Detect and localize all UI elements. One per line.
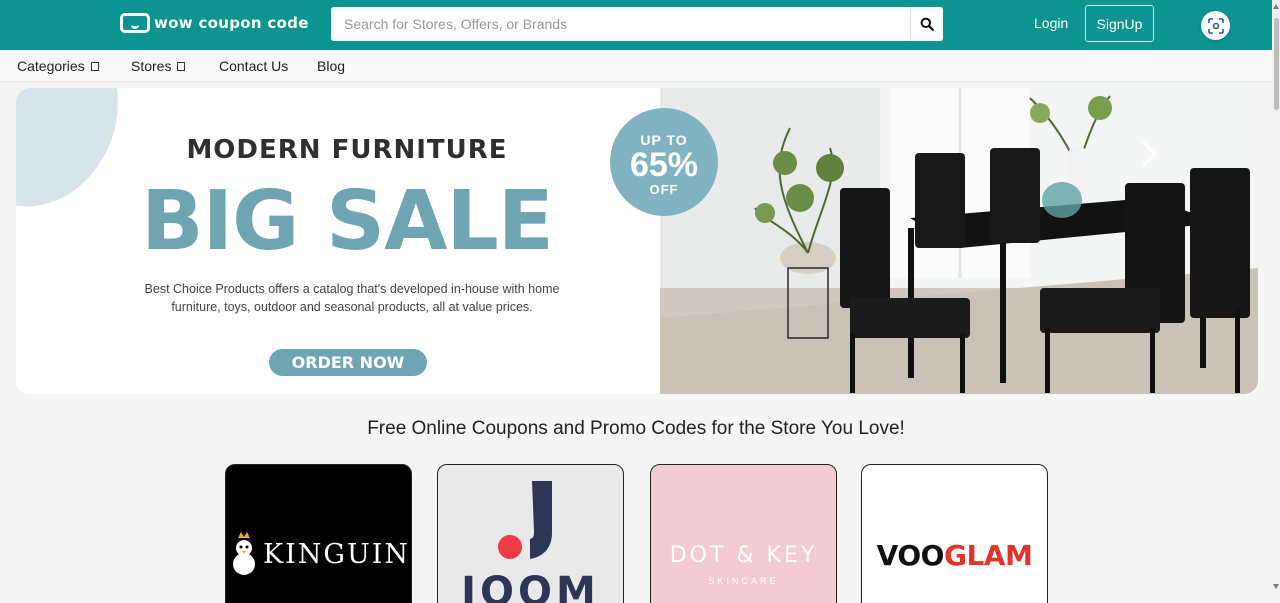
section-title: Free Online Coupons and Promo Codes for … <box>367 418 905 439</box>
logo-text: wow coupon code <box>154 14 309 32</box>
carousel-next-arrow[interactable] <box>1138 139 1160 169</box>
search-input[interactable] <box>331 7 910 41</box>
store-name-part2: GLAM <box>943 539 1033 572</box>
logo-icon <box>120 13 150 33</box>
joom-logo-icon <box>498 481 552 559</box>
scroll-down-arrow-icon[interactable] <box>1273 584 1279 589</box>
main-nav: Categories Stores Contact Us Blog <box>0 50 1272 82</box>
login-link[interactable]: Login <box>1034 15 1068 31</box>
store-card-dot-and-key[interactable]: DOT & KEY SKINCARE <box>650 464 837 603</box>
visual-search-button[interactable] <box>1201 11 1230 40</box>
discount-badge: UP TO 65% OFF <box>610 108 718 216</box>
nav-item-blog[interactable]: Blog <box>317 58 345 74</box>
store-card-kinguin[interactable]: KINGUIN <box>225 464 412 603</box>
nav-item-label: Blog <box>317 58 346 74</box>
store-name: VOOGLAM <box>862 539 1047 572</box>
store-name: KINGUIN <box>262 539 411 570</box>
scroll-up-arrow-icon[interactable] <box>1273 4 1279 9</box>
store-name: DOT & KEY <box>669 543 818 568</box>
nav-item-label: Stores <box>131 58 172 74</box>
dropdown-icon <box>90 61 99 71</box>
nav-item-contact-us[interactable]: Contact Us <box>219 58 288 74</box>
store-tagline: SKINCARE <box>708 576 779 586</box>
banner-text-panel: MODERN FURNITURE BIG SALE Best Choice Pr… <box>16 88 660 394</box>
search-button[interactable] <box>910 7 943 41</box>
hero-banner[interactable]: MODERN FURNITURE BIG SALE Best Choice Pr… <box>16 88 1258 394</box>
banner-headline: BIG SALE <box>141 174 554 269</box>
scan-icon <box>1207 17 1224 34</box>
nav-item-categories[interactable]: Categories <box>17 58 99 74</box>
site-logo[interactable]: wow coupon code <box>120 13 309 33</box>
store-card-joom[interactable]: JOOM <box>437 464 624 603</box>
banner-description: Best Choice Products offers a catalog th… <box>144 282 560 314</box>
nav-item-stores[interactable]: Stores <box>131 58 186 74</box>
furniture-photo <box>660 88 1258 394</box>
store-card-vooglam[interactable]: VOOGLAM <box>861 464 1048 603</box>
search-bar <box>331 7 943 41</box>
store-name: JOOM <box>461 569 600 603</box>
nav-item-label: Categories <box>17 58 85 74</box>
banner-eyebrow: MODERN FURNITURE <box>186 135 508 165</box>
top-header: wow coupon code Login SignUp <box>0 0 1272 50</box>
dropdown-icon <box>177 61 186 71</box>
signup-button[interactable]: SignUp <box>1085 5 1154 42</box>
scrollbar-thumb[interactable] <box>1274 18 1279 110</box>
order-now-button[interactable]: ORDER NOW <box>269 349 427 376</box>
badge-percentage: 65% <box>629 146 699 184</box>
store-name-part1: VOO <box>876 539 945 572</box>
search-icon <box>920 17 934 31</box>
nav-item-label: Contact Us <box>219 58 289 74</box>
badge-line3: OFF <box>649 182 679 197</box>
